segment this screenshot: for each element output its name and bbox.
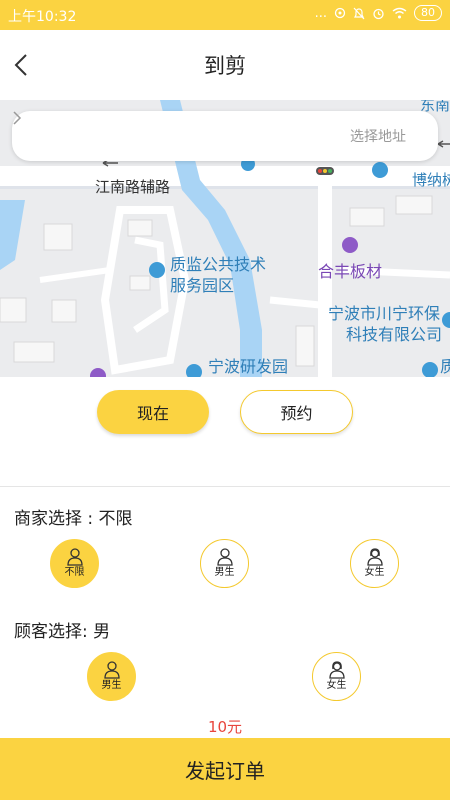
male-person-icon — [103, 660, 120, 679]
address-selector[interactable]: 选择地址 — [12, 111, 438, 161]
map-view[interactable]: 江南路辅路 质监公共技术 服务园区 合丰板材 宁波市川宁环保 科技有限公司 宁波… — [0, 100, 450, 377]
alarm-icon — [373, 8, 384, 19]
merchant-option-male[interactable]: 男生 — [200, 539, 249, 588]
option-label: 男生 — [214, 566, 235, 578]
map-label-poi: 质 — [440, 357, 450, 376]
merchant-select-label: 商家选择 : 不限 — [14, 509, 133, 529]
person-icon — [66, 547, 83, 566]
map-label-poi: 合丰板材 — [318, 262, 383, 281]
chevron-right-icon — [13, 111, 22, 125]
customer-option-female[interactable]: 女生 — [312, 652, 361, 701]
option-label: 女生 — [364, 566, 385, 578]
divider — [0, 486, 450, 487]
book-button[interactable]: 预约 — [240, 390, 353, 434]
battery-icon: 80 — [414, 5, 442, 21]
status-bar: 上午10:32 ... 80 — [0, 0, 450, 30]
status-icons: ... 80 — [315, 5, 442, 21]
more-dots-icon: ... — [314, 5, 327, 21]
page-title: 到剪 — [204, 54, 246, 78]
map-label-poi: 博纳树 — [412, 171, 450, 189]
map-label-road: 江南路辅路 — [95, 178, 171, 196]
status-time: 上午10:32 — [8, 9, 77, 25]
male-person-icon — [216, 547, 233, 566]
submit-order-button[interactable]: 发起订单 — [0, 738, 450, 800]
customer-select-label: 顾客选择: 男 — [14, 622, 111, 642]
female-person-icon — [328, 660, 345, 679]
map-label-poi: 宁波研发园 — [208, 357, 289, 376]
option-label: 不限 — [64, 566, 85, 578]
now-button[interactable]: 现在 — [97, 390, 209, 434]
merchant-option-any[interactable]: 不限 — [50, 539, 99, 588]
female-person-icon — [366, 547, 383, 566]
option-label: 女生 — [326, 679, 347, 691]
map-label-poi: 服务园区 — [170, 276, 235, 295]
address-placeholder: 选择地址 — [350, 129, 406, 145]
merchant-option-female[interactable]: 女生 — [350, 539, 399, 588]
wifi-icon — [392, 7, 407, 19]
data-saver-icon — [334, 7, 346, 19]
mute-bell-icon — [353, 7, 365, 19]
option-label: 男生 — [101, 679, 122, 691]
customer-option-male[interactable]: 男生 — [87, 652, 136, 701]
nav-header: 到剪 — [0, 30, 450, 100]
map-label-poi: 科技有限公司 — [346, 325, 443, 344]
price-text: 10元 — [207, 718, 243, 736]
